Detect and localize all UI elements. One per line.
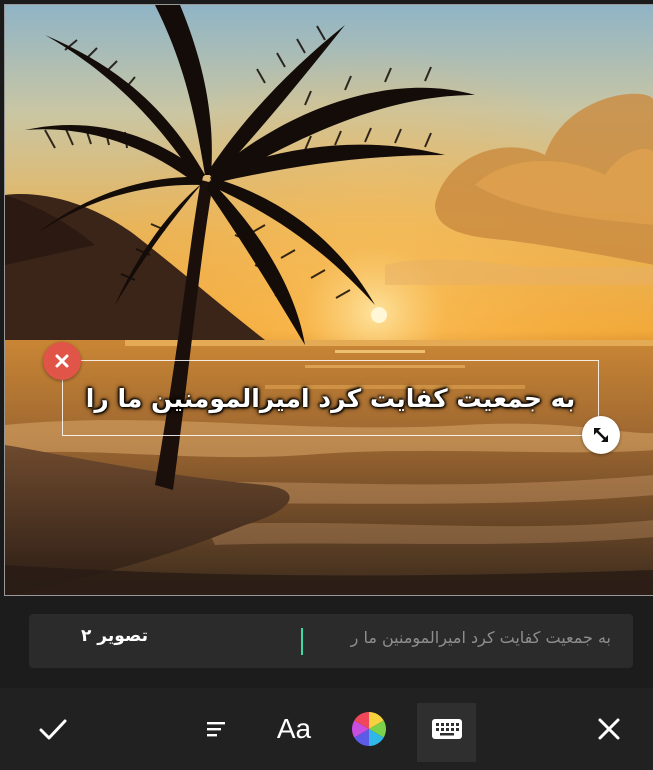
confirm-button[interactable]	[29, 688, 77, 770]
font-button[interactable]: Aa	[266, 688, 322, 770]
color-button[interactable]	[346, 688, 392, 770]
background-photo	[4, 4, 653, 596]
keyboard-icon	[431, 719, 462, 739]
sunset-palm-image	[5, 5, 653, 595]
resize-arrows-icon	[594, 428, 608, 442]
text-editor-screen: به جمعیت کفایت کرد امیرالمومنین ما را به…	[0, 0, 653, 770]
close-icon	[55, 354, 69, 368]
text-input-value[interactable]: به جمعیت کفایت کرد امیرالمومنین ما ر	[351, 628, 611, 647]
keyboard-button[interactable]	[417, 688, 476, 770]
align-button[interactable]	[196, 688, 236, 770]
bottom-toolbar: Aa	[0, 688, 653, 770]
layer-name-label: تصویر ۲	[81, 626, 149, 646]
color-wheel-icon	[352, 712, 386, 746]
resize-handle-button[interactable]	[582, 416, 620, 454]
delete-text-button[interactable]	[43, 342, 81, 380]
text-overlay-box[interactable]: به جمعیت کفایت کرد امیرالمومنین ما را	[62, 360, 599, 436]
text-input-field[interactable]: به جمعیت کفایت کرد امیرالمومنین ما ر تصو…	[29, 614, 633, 668]
text-caret	[301, 628, 303, 655]
font-button-label: Aa	[276, 713, 312, 744]
align-right-icon	[207, 722, 225, 737]
checkmark-icon	[39, 719, 67, 740]
overlay-text[interactable]: به جمعیت کفایت کرد امیرالمومنین ما را	[86, 384, 575, 413]
cancel-button[interactable]	[586, 688, 632, 770]
close-icon	[598, 718, 620, 740]
